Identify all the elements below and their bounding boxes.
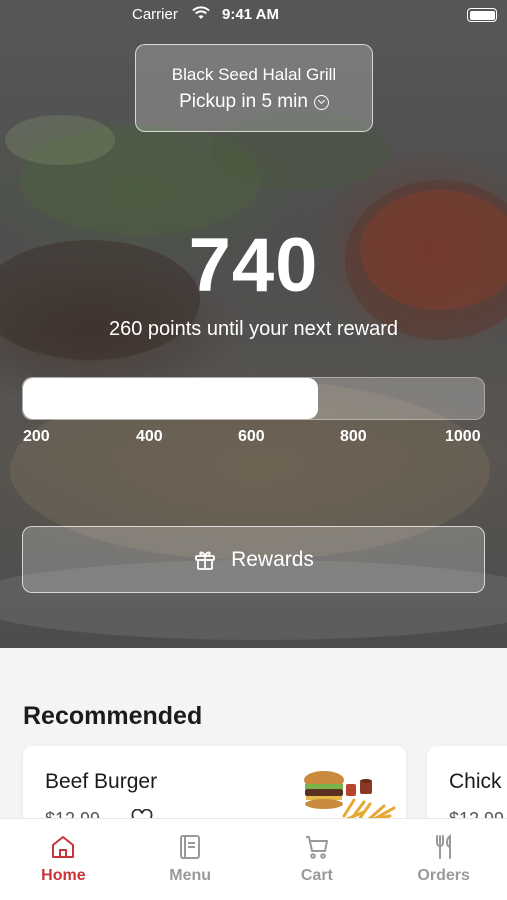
- menu-book-icon: [180, 835, 201, 859]
- wifi-icon: [192, 6, 210, 19]
- progress-tick-1000: 1000: [445, 428, 481, 445]
- gift-icon: [195, 551, 215, 570]
- points-balance: 740: [188, 223, 319, 308]
- tab-orders[interactable]: Orders: [380, 819, 507, 900]
- points-progress-bar: [22, 377, 485, 420]
- store-pickup-card[interactable]: Black Seed Halal Grill Pickup in 5 min: [135, 44, 373, 132]
- rewards-button-label: Rewards: [231, 547, 314, 571]
- fork-knife-icon: [435, 833, 451, 859]
- store-name: Black Seed Halal Grill: [171, 65, 337, 84]
- progress-tick-600: 600: [238, 428, 265, 445]
- tab-menu[interactable]: Menu: [127, 819, 254, 900]
- tab-home-label: Home: [41, 867, 86, 884]
- recommended-heading: Recommended: [23, 702, 203, 730]
- tab-cart-label: Cart: [300, 867, 333, 884]
- cart-icon: [305, 836, 328, 859]
- progress-tick-800: 800: [340, 428, 367, 445]
- tab-orders-label: Orders: [417, 867, 470, 884]
- pickup-time-label: Pickup in 5 min: [179, 91, 308, 112]
- rewards-button[interactable]: Rewards: [22, 526, 485, 593]
- carrier-label: Carrier: [132, 6, 178, 23]
- pickup-time-row[interactable]: Pickup in 5 min: [136, 91, 372, 113]
- item-name: Chick: [449, 770, 502, 793]
- tab-menu-label: Menu: [169, 867, 212, 884]
- battery-icon: [467, 8, 497, 22]
- points-until-reward: 260 points until your next reward: [108, 318, 399, 340]
- status-bar: Carrier 9:41 AM: [0, 0, 507, 30]
- chevron-down-circle-icon[interactable]: [313, 94, 329, 110]
- progress-tick-400: 400: [136, 428, 163, 445]
- item-name: Beef Burger: [45, 770, 158, 793]
- points-progress-fill: [23, 378, 319, 419]
- home-icon: [52, 836, 75, 858]
- tab-home[interactable]: Home: [0, 819, 127, 900]
- clock-time: 9:41 AM: [222, 6, 279, 23]
- progress-tick-200: 200: [23, 428, 50, 445]
- tab-cart[interactable]: Cart: [254, 819, 381, 900]
- hero-banner: Carrier 9:41 AM Black Seed Halal Grill P…: [0, 0, 507, 648]
- bottom-tab-bar: Home Menu Cart Orders: [0, 818, 507, 900]
